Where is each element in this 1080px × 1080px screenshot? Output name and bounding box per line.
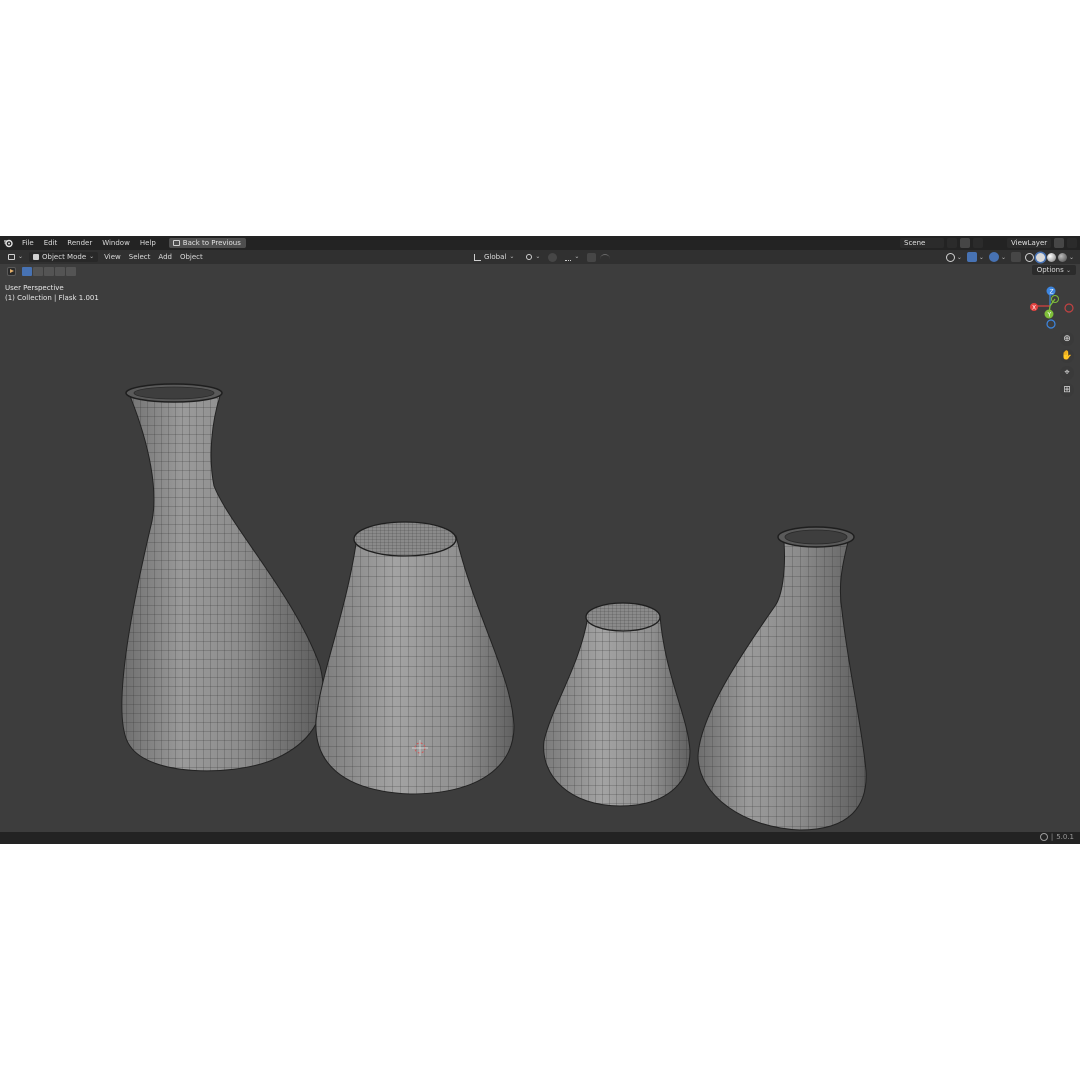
version-label: 5.0.1	[1056, 833, 1074, 841]
globe-icon	[1039, 833, 1048, 841]
flask-object-4[interactable]	[697, 526, 867, 831]
camera-view-icon[interactable]: ⌖	[1060, 366, 1074, 380]
3d-viewport[interactable]: Z X Y	[0, 236, 1080, 832]
gizmo-x-label: X	[1032, 305, 1036, 312]
flask-object-1[interactable]	[121, 383, 324, 772]
gizmo-z-label: Z	[1050, 289, 1054, 296]
pan-hand-icon[interactable]: ✋	[1060, 349, 1074, 363]
gizmo-y-label: Y	[1047, 312, 1052, 319]
active-collection-label: (1) Collection | Flask 1.001	[5, 294, 99, 302]
flask-object-3[interactable]	[543, 602, 691, 807]
navigation-gizmo[interactable]: Z X Y	[1030, 286, 1074, 329]
version-divider: |	[1050, 833, 1054, 841]
view-perspective-label: User Perspective	[5, 284, 64, 292]
blender-window: File Edit Render Window Help Back to Pre…	[0, 236, 1080, 844]
zoom-icon[interactable]: ⊕	[1060, 332, 1074, 346]
perspective-toggle-icon[interactable]: ⊞	[1060, 383, 1074, 397]
status-bar: | 5.0.1	[0, 832, 1080, 844]
version-info: | 5.0.1	[1039, 833, 1074, 841]
flask-object-2[interactable]	[315, 521, 515, 795]
